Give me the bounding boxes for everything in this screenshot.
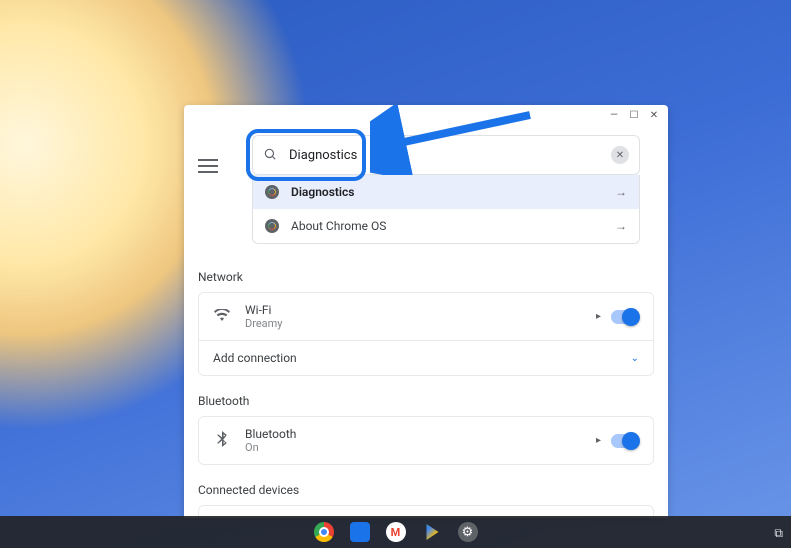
- bluetooth-toggle[interactable]: [611, 434, 639, 448]
- wifi-subtitle: Dreamy: [245, 317, 283, 330]
- shelf-app-settings[interactable]: ⚙: [458, 522, 478, 542]
- section-label-bluetooth: Bluetooth: [198, 394, 654, 408]
- wifi-row[interactable]: Wi-Fi Dreamy ▸: [199, 293, 653, 340]
- search-result-about-chrome-os[interactable]: About Chrome OS →: [253, 209, 639, 243]
- system-tray-icon[interactable]: ⧉: [774, 526, 783, 541]
- search-result-diagnostics[interactable]: Diagnostics →: [253, 175, 639, 209]
- add-connection-row[interactable]: Add connection ⌄: [199, 340, 653, 375]
- result-label: About Chrome OS: [291, 219, 386, 233]
- shelf-app-play-store[interactable]: [422, 522, 442, 542]
- chrome-os-icon: [265, 185, 279, 199]
- arrow-right-icon: →: [615, 219, 627, 233]
- chevron-down-icon: ⌄: [631, 353, 639, 364]
- result-label: Diagnostics: [291, 185, 354, 199]
- chrome-os-icon: [265, 219, 279, 233]
- bluetooth-icon: [213, 431, 231, 450]
- wifi-toggle[interactable]: [611, 310, 639, 324]
- shelf-app-chrome[interactable]: [314, 522, 334, 542]
- hamburger-menu-button[interactable]: [198, 159, 218, 173]
- arrow-right-icon: →: [615, 185, 627, 199]
- search-container: ✕ Diagnostics → About Chrome OS →: [252, 135, 640, 244]
- clear-search-button[interactable]: ✕: [611, 146, 629, 164]
- search-input[interactable]: [289, 148, 611, 163]
- bluetooth-card: Bluetooth On ▸: [198, 416, 654, 465]
- search-icon: [263, 146, 277, 165]
- titlebar: — ☐ ✕: [184, 105, 668, 125]
- section-label-connected-devices: Connected devices: [198, 483, 654, 497]
- search-box: ✕: [252, 135, 640, 175]
- window-minimize[interactable]: —: [608, 109, 620, 121]
- window-close[interactable]: ✕: [648, 109, 660, 121]
- chevron-right-icon: ▸: [596, 311, 601, 322]
- add-connection-label: Add connection: [213, 351, 297, 365]
- window-maximize[interactable]: ☐: [628, 109, 640, 121]
- bluetooth-title: Bluetooth: [245, 427, 296, 441]
- section-label-network: Network: [198, 270, 654, 284]
- wifi-icon: [213, 309, 231, 324]
- shelf-app-files[interactable]: [350, 522, 370, 542]
- bluetooth-row[interactable]: Bluetooth On ▸: [199, 417, 653, 464]
- shelf-app-gmail[interactable]: M: [386, 522, 406, 542]
- shelf: M ⚙ ⧉: [0, 516, 791, 548]
- wifi-title: Wi-Fi: [245, 303, 283, 317]
- settings-window: — ☐ ✕ ✕ Diagnostics →: [184, 105, 668, 518]
- search-results: Diagnostics → About Chrome OS →: [252, 175, 640, 244]
- network-card: Wi-Fi Dreamy ▸ Add connection ⌄: [198, 292, 654, 376]
- chevron-right-icon: ▸: [596, 435, 601, 446]
- bluetooth-subtitle: On: [245, 441, 296, 454]
